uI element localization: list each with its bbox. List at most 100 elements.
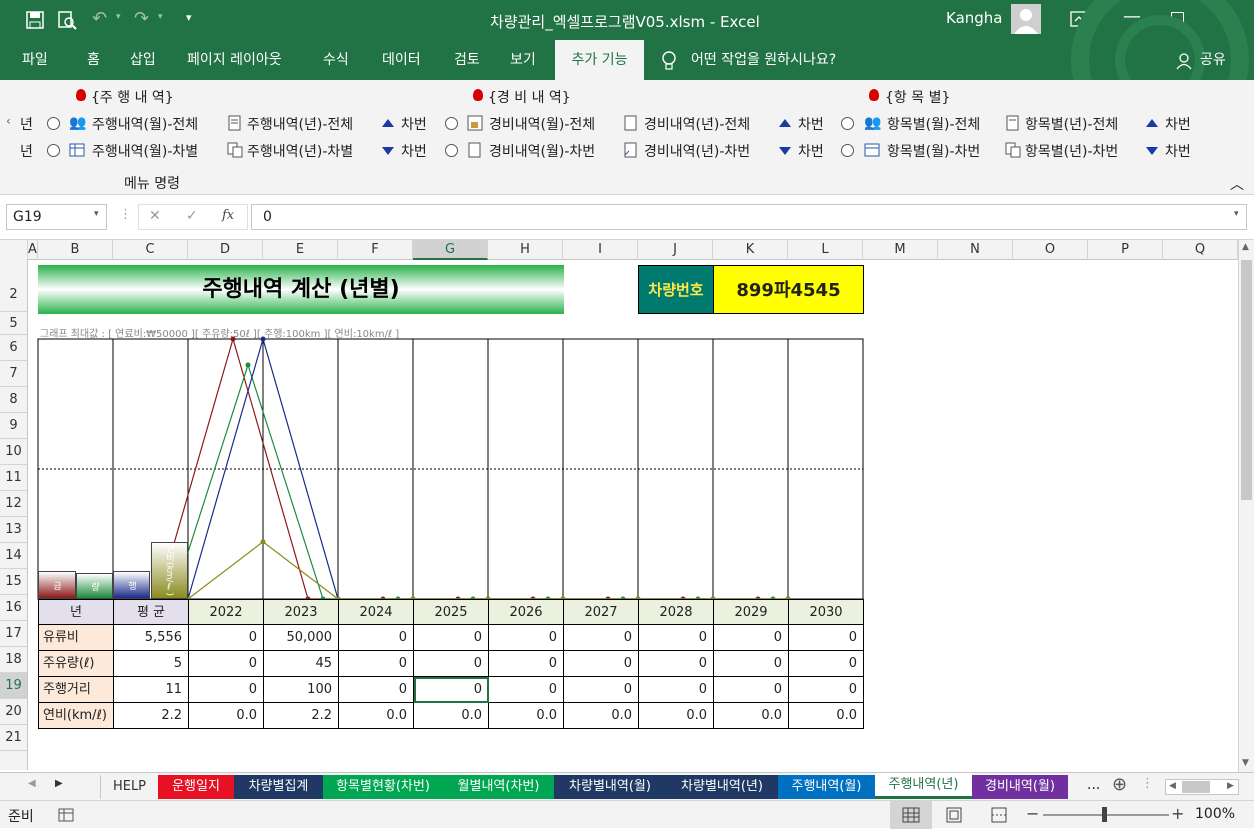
- row-label[interactable]: 주행거리: [38, 677, 114, 703]
- row-label[interactable]: 유류비: [38, 625, 114, 651]
- value-cell[interactable]: 0: [339, 651, 414, 677]
- tab-file[interactable]: 파일: [22, 40, 48, 80]
- header-year-2023[interactable]: 2023: [264, 599, 339, 625]
- formula-input[interactable]: 0: [251, 204, 1247, 230]
- avatar[interactable]: [1011, 4, 1041, 34]
- radio-button[interactable]: [841, 117, 854, 130]
- average-cell[interactable]: 11: [114, 677, 189, 703]
- btn-drive-year-car[interactable]: 주행내역(년)-차별: [247, 141, 353, 161]
- radio-button[interactable]: [841, 144, 854, 157]
- zoom-level[interactable]: 100%: [1195, 806, 1235, 822]
- header-average[interactable]: 평 균: [114, 599, 189, 625]
- radio-button[interactable]: [47, 144, 60, 157]
- column-header-E[interactable]: E: [263, 240, 338, 260]
- macro-record-icon[interactable]: [58, 808, 74, 822]
- value-cell[interactable]: 50,000: [264, 625, 339, 651]
- value-cell[interactable]: 0: [789, 651, 864, 677]
- header-year-2028[interactable]: 2028: [639, 599, 714, 625]
- zoom-in-icon[interactable]: +: [1171, 804, 1184, 823]
- header-year-2022[interactable]: 2022: [189, 599, 264, 625]
- value-cell[interactable]: 2.2: [264, 703, 339, 729]
- tab-review[interactable]: 검토: [454, 40, 480, 80]
- value-cell[interactable]: 0.0: [339, 703, 414, 729]
- undo-dropdown-icon[interactable]: ▾: [116, 12, 121, 22]
- horizontal-scrollbar[interactable]: ◀ ▶: [1165, 779, 1239, 795]
- save-icon[interactable]: [26, 11, 44, 29]
- page-layout-view-icon[interactable]: [945, 807, 963, 823]
- value-cell[interactable]: 0: [639, 625, 714, 651]
- value-cell[interactable]: 0: [189, 677, 264, 703]
- row-label[interactable]: 주유량(ℓ): [38, 651, 114, 677]
- btn-expense-year-all[interactable]: 경비내역(년)-전체: [644, 114, 750, 134]
- row-header-5[interactable]: 5: [0, 312, 27, 335]
- add-sheet-icon[interactable]: ⊕: [1112, 774, 1127, 795]
- btn-car-up-2[interactable]: 차번: [798, 114, 824, 134]
- value-cell[interactable]: 0: [189, 625, 264, 651]
- value-cell[interactable]: 0: [639, 651, 714, 677]
- normal-view-button[interactable]: [890, 801, 932, 829]
- btn-drive-month-all[interactable]: 주행내역(월)-전체: [92, 114, 198, 134]
- scroll-down-icon[interactable]: ▼: [1242, 758, 1249, 768]
- sheet-tab[interactable]: 경비내역(월): [972, 775, 1068, 799]
- name-box[interactable]: G19: [6, 204, 107, 230]
- sheet-tab[interactable]: 차량별내역(월): [554, 775, 666, 799]
- value-cell[interactable]: 0: [489, 651, 564, 677]
- value-cell[interactable]: 0.0: [489, 703, 564, 729]
- column-header-K[interactable]: K: [713, 240, 788, 260]
- tab-add-ins[interactable]: 추가 기능: [555, 40, 644, 80]
- row-header-15[interactable]: 15: [0, 569, 27, 595]
- collapse-ribbon-icon[interactable]: ︿: [1230, 174, 1244, 194]
- column-header-B[interactable]: B: [38, 240, 113, 260]
- scroll-left-icon[interactable]: ◀: [1169, 781, 1176, 791]
- btn-expense-year-car[interactable]: 경비내역(년)-차번: [644, 141, 750, 161]
- value-cell[interactable]: 0: [564, 651, 639, 677]
- value-cell[interactable]: 0: [489, 625, 564, 651]
- value-cell[interactable]: 0.0: [564, 703, 639, 729]
- column-header-F[interactable]: F: [338, 240, 413, 260]
- value-cell[interactable]: 0: [789, 677, 864, 703]
- undo-icon[interactable]: ↶: [92, 8, 107, 29]
- header-year[interactable]: 년: [38, 599, 114, 625]
- row-header-16[interactable]: 16: [0, 595, 27, 621]
- column-header-N[interactable]: N: [938, 240, 1013, 260]
- value-cell[interactable]: 0: [714, 625, 789, 651]
- header-year-2026[interactable]: 2026: [489, 599, 564, 625]
- tell-me-input[interactable]: 어떤 작업을 원하시나요?: [691, 40, 836, 80]
- user-name[interactable]: Kangha: [946, 9, 1003, 27]
- average-cell[interactable]: 5,556: [114, 625, 189, 651]
- value-cell[interactable]: 0: [564, 625, 639, 651]
- value-cell[interactable]: 0: [789, 625, 864, 651]
- column-header-L[interactable]: L: [788, 240, 863, 260]
- value-cell[interactable]: 0.0: [189, 703, 264, 729]
- column-header-Q[interactable]: Q: [1163, 240, 1238, 260]
- btn-car-up-1[interactable]: 차번: [401, 114, 427, 134]
- expand-formula-icon[interactable]: ▾: [1234, 209, 1239, 219]
- average-cell[interactable]: 5: [114, 651, 189, 677]
- row-header-7[interactable]: 7: [0, 361, 27, 387]
- scroll-up-icon[interactable]: ▲: [1242, 242, 1249, 252]
- row-header-18[interactable]: 18: [0, 647, 27, 673]
- btn-car-down-2[interactable]: 차번: [798, 141, 824, 161]
- value-cell[interactable]: 0: [489, 677, 564, 703]
- btn-item-year-all[interactable]: 항목별(년)-전체: [1025, 114, 1118, 134]
- row-header-6[interactable]: 6: [0, 335, 27, 361]
- row-header-11[interactable]: 11: [0, 465, 27, 491]
- value-cell[interactable]: 0: [714, 651, 789, 677]
- enter-icon[interactable]: ✓: [186, 208, 198, 224]
- radio-button[interactable]: [445, 117, 458, 130]
- tab-view[interactable]: 보기: [510, 40, 536, 80]
- row-header-8[interactable]: 8: [0, 387, 27, 413]
- row-header-21[interactable]: 21: [0, 725, 27, 751]
- header-year-2024[interactable]: 2024: [339, 599, 414, 625]
- sheet-tab[interactable]: 항목별현황(차번): [323, 775, 443, 799]
- sheet-tab[interactable]: 운행일지: [158, 775, 234, 799]
- header-year-2025[interactable]: 2025: [414, 599, 489, 625]
- tab-home[interactable]: 홈: [87, 40, 100, 80]
- next-sheet-icon[interactable]: ▶: [55, 778, 63, 789]
- tab-formulas[interactable]: 수식: [323, 40, 349, 80]
- print-preview-icon[interactable]: [57, 10, 77, 30]
- vertical-scrollbar[interactable]: ▲ ▼: [1238, 240, 1254, 772]
- value-cell[interactable]: 0: [414, 625, 489, 651]
- column-header-C[interactable]: C: [113, 240, 188, 260]
- zoom-out-icon[interactable]: −: [1026, 804, 1039, 823]
